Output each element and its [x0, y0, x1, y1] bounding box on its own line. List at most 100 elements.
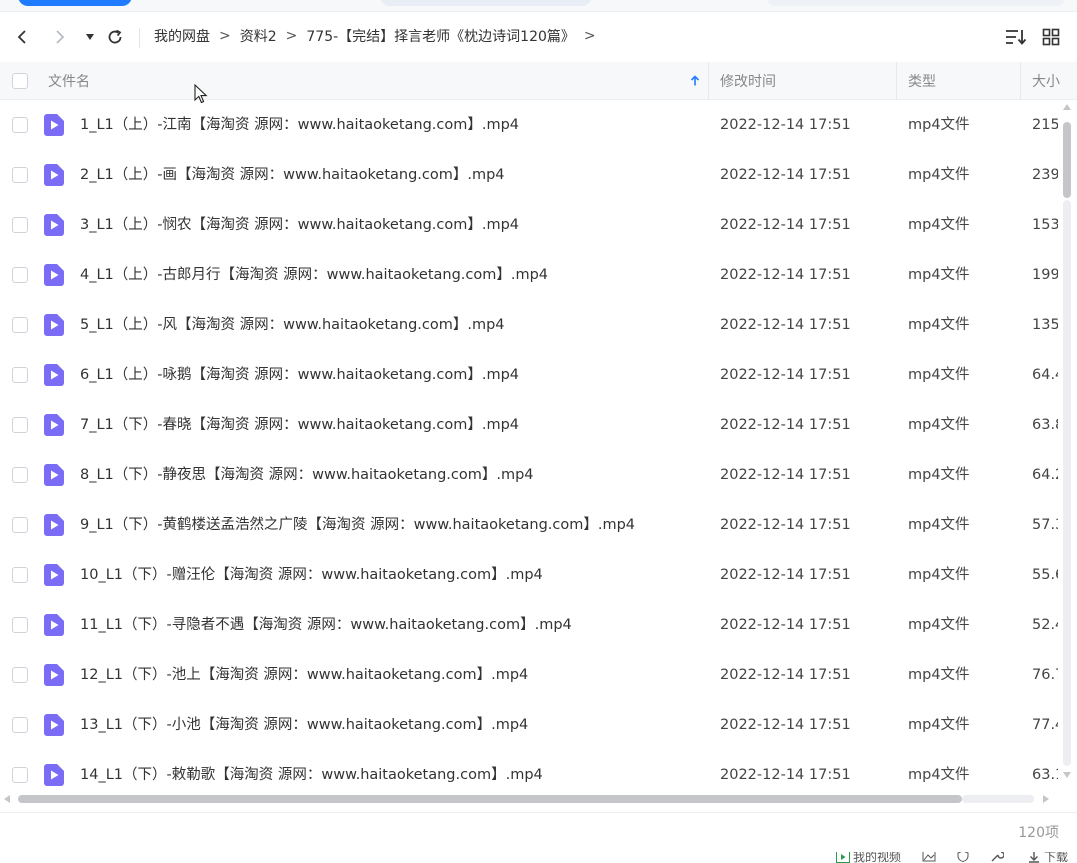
- file-row[interactable]: 8_L1（下）-静夜思【海淘资 源网：www.haitaoketang.com】…: [0, 450, 1077, 500]
- file-row[interactable]: 12_L1（下）-池上【海淘资 源网：www.haitaoketang.com】…: [0, 650, 1077, 700]
- scroll-down-arrow-icon[interactable]: [1063, 772, 1071, 778]
- file-size: 63.8: [1032, 417, 1058, 433]
- file-modified-time: 2022-12-14 17:51: [720, 467, 851, 483]
- file-name[interactable]: 11_L1（下）-寻隐者不遇【海淘资 源网：www.haitaoketang.c…: [80, 600, 572, 650]
- sort-ascending-icon[interactable]: [689, 62, 701, 100]
- breadcrumb-expand-icon[interactable]: >: [575, 28, 605, 44]
- row-checkbox[interactable]: [12, 167, 28, 183]
- file-table-header: 文件名 修改时间 类型 大小: [0, 62, 1077, 100]
- shield-icon[interactable]: [956, 852, 970, 862]
- file-row[interactable]: 4_L1（上）-古郎月行【海淘资 源网：www.haitaoketang.com…: [0, 250, 1077, 300]
- file-row[interactable]: 6_L1（上）-咏鹅【海淘资 源网：www.haitaoketang.com】.…: [0, 350, 1077, 400]
- column-header-modified[interactable]: 修改时间: [720, 62, 776, 100]
- file-row[interactable]: 3_L1（上）-悯农【海淘资 源网：www.haitaoketang.com】.…: [0, 200, 1077, 250]
- vertical-scroll-track[interactable]: [1063, 200, 1071, 766]
- file-row[interactable]: 9_L1（下）-黄鹤楼送孟浩然之广陵【海淘资 源网：www.haitaoketa…: [0, 500, 1077, 550]
- file-row[interactable]: 13_L1（下）-小池【海淘资 源网：www.haitaoketang.com】…: [0, 700, 1077, 750]
- upload-button[interactable]: [18, 0, 132, 6]
- forward-button[interactable]: [47, 24, 73, 50]
- video-file-icon: [44, 664, 64, 686]
- column-divider[interactable]: [896, 62, 897, 100]
- video-file-icon: [44, 414, 64, 436]
- file-row[interactable]: 10_L1（下）-赠汪伦【海淘资 源网：www.haitaoketang.com…: [0, 550, 1077, 600]
- row-checkbox[interactable]: [12, 717, 28, 733]
- breadcrumb-item-current[interactable]: 775-【完结】择言老师《枕边诗词120篇》: [306, 26, 575, 46]
- file-name[interactable]: 9_L1（下）-黄鹤楼送孟浩然之广陵【海淘资 源网：www.haitaoketa…: [80, 500, 635, 550]
- row-checkbox[interactable]: [12, 117, 28, 133]
- file-name[interactable]: 13_L1（下）-小池【海淘资 源网：www.haitaoketang.com】…: [80, 700, 528, 750]
- row-checkbox[interactable]: [12, 567, 28, 583]
- file-name[interactable]: 1_L1（上）-江南【海淘资 源网：www.haitaoketang.com】.…: [80, 100, 519, 150]
- scroll-up-arrow-icon[interactable]: [1063, 104, 1071, 110]
- file-row[interactable]: 11_L1（下）-寻隐者不遇【海淘资 源网：www.haitaoketang.c…: [0, 600, 1077, 650]
- file-size: 215: [1032, 117, 1058, 133]
- file-name[interactable]: 14_L1（下）-敕勒歌【海淘资 源网：www.haitaoketang.com…: [80, 750, 543, 788]
- row-checkbox[interactable]: [12, 517, 28, 533]
- file-name[interactable]: 10_L1（下）-赠汪伦【海淘资 源网：www.haitaoketang.com…: [80, 550, 543, 600]
- file-modified-time: 2022-12-14 17:51: [720, 317, 851, 333]
- file-name[interactable]: 7_L1（下）-春晓【海淘资 源网：www.haitaoketang.com】.…: [80, 400, 519, 450]
- file-row[interactable]: 14_L1（下）-敕勒歌【海淘资 源网：www.haitaoketang.com…: [0, 750, 1077, 788]
- file-name[interactable]: 5_L1（上）-风【海淘资 源网：www.haitaoketang.com】.m…: [80, 300, 505, 350]
- chevron-left-icon: [17, 30, 26, 44]
- select-all-checkbox[interactable]: [12, 62, 28, 100]
- sort-list-icon: [1006, 30, 1027, 45]
- my-videos-link[interactable]: 我的视频: [836, 852, 901, 863]
- column-header-name[interactable]: 文件名: [48, 62, 90, 100]
- image-icon[interactable]: [922, 852, 936, 862]
- row-checkbox[interactable]: [12, 367, 28, 383]
- video-file-icon: [44, 464, 64, 486]
- file-name[interactable]: 2_L1（上）-画【海淘资 源网：www.haitaoketang.com】.m…: [80, 150, 505, 200]
- breadcrumb-item-root[interactable]: 我的网盘: [154, 26, 210, 46]
- file-size: 76.7: [1032, 667, 1058, 683]
- vertical-scrollbar[interactable]: [1060, 100, 1074, 788]
- search-box[interactable]: [766, 0, 1066, 6]
- file-type: mp4文件: [908, 717, 970, 733]
- horizontal-scroll-thumb[interactable]: [18, 795, 962, 803]
- row-checkbox[interactable]: [12, 267, 28, 283]
- scroll-right-arrow-icon[interactable]: [1043, 795, 1049, 803]
- file-name[interactable]: 6_L1（上）-咏鹅【海淘资 源网：www.haitaoketang.com】.…: [80, 350, 519, 400]
- file-row[interactable]: 7_L1（下）-春晓【海淘资 源网：www.haitaoketang.com】.…: [0, 400, 1077, 450]
- sort-menu-button[interactable]: [1003, 24, 1029, 50]
- file-name[interactable]: 4_L1（上）-古郎月行【海淘资 源网：www.haitaoketang.com…: [80, 250, 548, 300]
- file-name[interactable]: 8_L1（下）-静夜思【海淘资 源网：www.haitaoketang.com】…: [80, 450, 534, 500]
- refresh-button[interactable]: [102, 24, 128, 50]
- row-checkbox[interactable]: [12, 617, 28, 633]
- bottom-taskbar: 我的视频 下载: [0, 852, 1077, 863]
- file-modified-time: 2022-12-14 17:51: [720, 117, 851, 133]
- horizontal-scroll-track[interactable]: [962, 795, 1034, 803]
- refresh-icon: [108, 29, 122, 44]
- back-button[interactable]: [9, 24, 35, 50]
- download-link[interactable]: 下载: [1028, 852, 1068, 863]
- row-checkbox[interactable]: [12, 317, 28, 333]
- row-checkbox[interactable]: [12, 467, 28, 483]
- scroll-left-arrow-icon[interactable]: [4, 795, 10, 803]
- grid-view-button[interactable]: [1038, 24, 1064, 50]
- file-type: mp4文件: [908, 167, 970, 183]
- row-checkbox[interactable]: [12, 767, 28, 783]
- row-checkbox[interactable]: [12, 417, 28, 433]
- file-row[interactable]: 5_L1（上）-风【海淘资 源网：www.haitaoketang.com】.m…: [0, 300, 1077, 350]
- file-modified-time: 2022-12-14 17:51: [720, 367, 851, 383]
- column-divider[interactable]: [1020, 62, 1021, 100]
- file-row[interactable]: 1_L1（上）-江南【海淘资 源网：www.haitaoketang.com】.…: [0, 100, 1077, 150]
- tools-icon[interactable]: [990, 852, 1004, 862]
- row-checkbox[interactable]: [12, 217, 28, 233]
- history-dropdown-button[interactable]: [77, 24, 103, 50]
- column-header-type[interactable]: 类型: [908, 62, 936, 100]
- top-tab[interactable]: [380, 0, 592, 6]
- column-header-size[interactable]: 大小: [1032, 62, 1062, 100]
- row-checkbox[interactable]: [12, 667, 28, 683]
- breadcrumb-item-folder[interactable]: 资料2: [240, 26, 277, 46]
- column-divider[interactable]: [708, 62, 709, 100]
- file-name[interactable]: 3_L1（上）-悯农【海淘资 源网：www.haitaoketang.com】.…: [80, 200, 519, 250]
- video-play-icon: [836, 852, 850, 863]
- file-name[interactable]: 12_L1（下）-池上【海淘资 源网：www.haitaoketang.com】…: [80, 650, 528, 700]
- item-count: 120项: [1018, 825, 1059, 841]
- file-modified-time: 2022-12-14 17:51: [720, 217, 851, 233]
- horizontal-scrollbar[interactable]: [0, 792, 1060, 806]
- file-modified-time: 2022-12-14 17:51: [720, 167, 851, 183]
- file-row[interactable]: 2_L1（上）-画【海淘资 源网：www.haitaoketang.com】.m…: [0, 150, 1077, 200]
- vertical-scroll-thumb[interactable]: [1063, 122, 1071, 198]
